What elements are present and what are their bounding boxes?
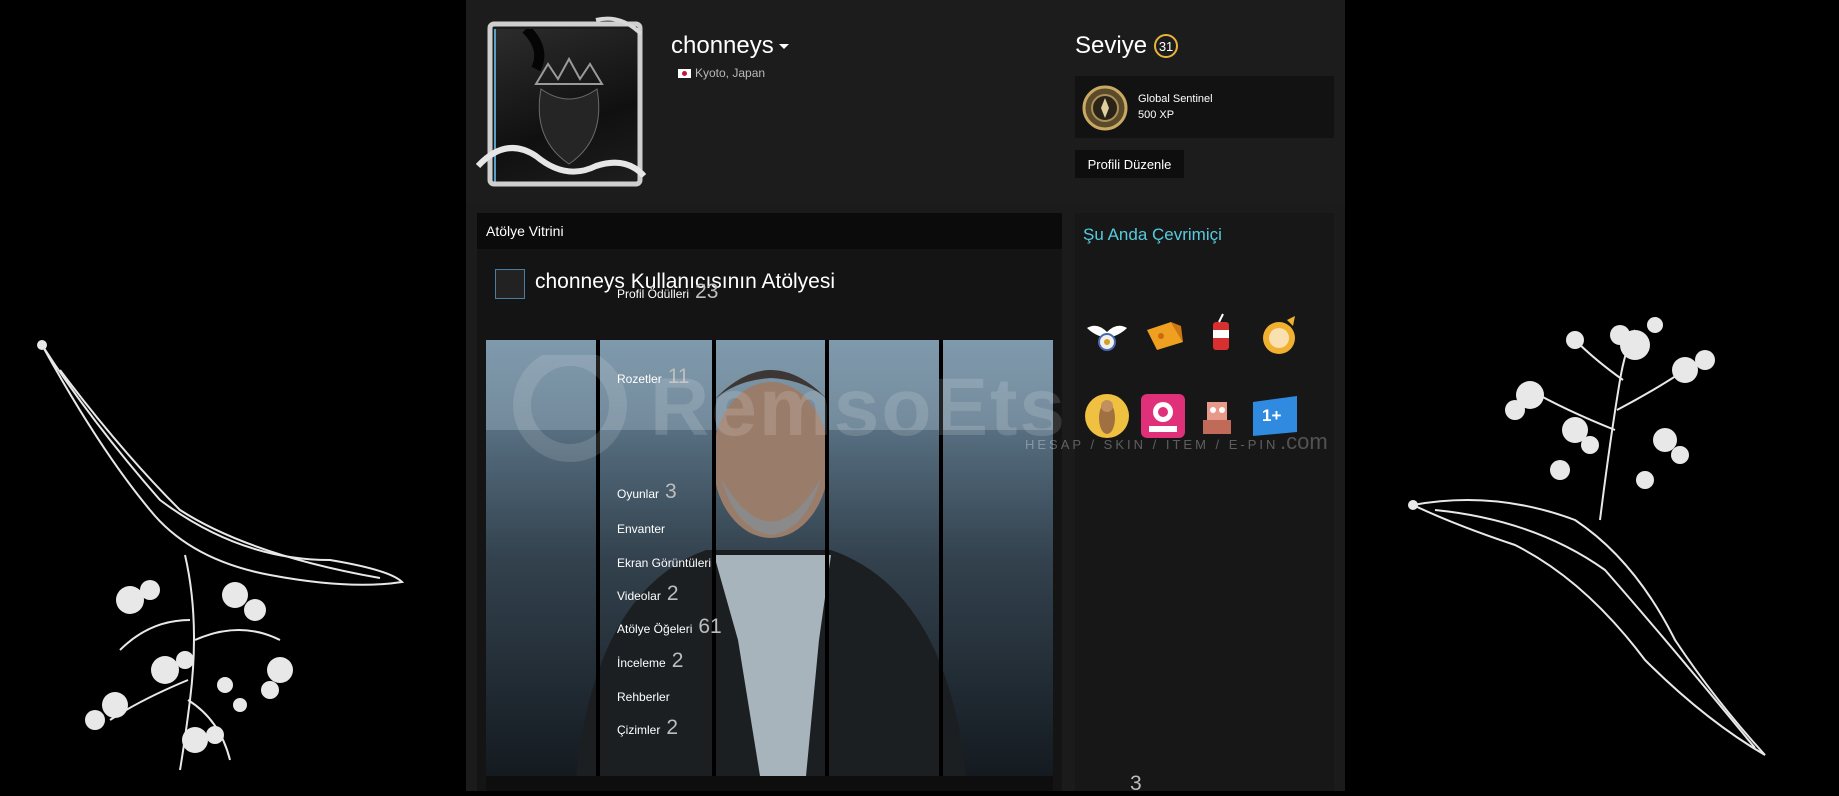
global-sentinel-badge-icon — [1082, 85, 1128, 131]
level-label: Seviye — [1075, 32, 1148, 59]
awards-list — [1083, 312, 1305, 360]
persona-name-text: chonneys — [671, 32, 774, 59]
right-flower-illustration — [1408, 317, 1766, 756]
robot-badge-icon[interactable] — [1195, 392, 1243, 440]
inventory-label: Envanter — [617, 522, 666, 536]
favorite-badge-name: Global Sentinel — [1138, 93, 1213, 105]
artwork-count: 2 — [666, 716, 679, 739]
videos-label: Videolar — [617, 589, 661, 603]
left-flower-illustration — [37, 340, 405, 771]
badges-count: 11 — [667, 365, 690, 388]
workshop-showcase: Atölye Vitrini chonneys Kullanıcısının A… — [477, 213, 1062, 791]
partial-count-row: 3 — [1130, 772, 1142, 796]
chevron-down-icon[interactable] — [778, 44, 789, 50]
workshop-items-label: Atölye Öğeleri — [617, 622, 693, 636]
artwork-label: Çizimler — [617, 723, 661, 737]
more-badges-label: 1+ — [1262, 406, 1282, 425]
artwork-link[interactable]: Çizimler 2 — [617, 716, 678, 740]
location: Kyoto, Japan — [678, 66, 765, 80]
favorite-badge-xp: 500 XP — [1138, 109, 1175, 121]
inventory-link[interactable]: Envanter — [617, 522, 665, 536]
cheese-award-icon[interactable] — [1141, 312, 1189, 360]
persona-name[interactable]: chonneys — [671, 32, 789, 60]
workshop-featured-image[interactable] — [486, 340, 1053, 776]
screenshots-link[interactable]: Ekran Görüntüleri — [617, 556, 711, 570]
badges-link[interactable]: Rozetler 11 — [617, 365, 690, 389]
profile-awards-label: Profil Ödülleri — [617, 287, 690, 301]
screenshots-label: Ekran Görüntüleri — [617, 556, 712, 570]
reviews-label: İnceleme — [617, 656, 666, 670]
avatar[interactable] — [476, 16, 648, 192]
guides-link[interactable]: Rehberler — [617, 690, 670, 704]
online-status: Şu Anda Çevrimiçi — [1083, 225, 1222, 244]
workshop-image-footer — [486, 776, 1053, 791]
reviews-count: 2 — [671, 649, 684, 672]
games-count: 3 — [665, 480, 677, 503]
meerkat-badge-icon[interactable] — [1083, 392, 1131, 440]
showcase-header: Atölye Vitrini — [477, 213, 1062, 249]
level-badge[interactable]: 31 — [1154, 34, 1179, 58]
workshop-avatar-icon[interactable] — [495, 269, 525, 299]
japan-flag-icon — [678, 68, 691, 78]
level: Seviye 31 — [1075, 32, 1179, 60]
favorite-badge[interactable]: Global Sentinel 500 XP — [1075, 76, 1334, 138]
badges-label: Rozetler — [617, 372, 662, 386]
workshop-items-count: 61 — [698, 615, 722, 638]
right-column: Şu Anda Çevrimiçi — [1075, 213, 1334, 791]
profile-awards-link[interactable]: Profil Ödülleri 23 — [617, 280, 718, 304]
more-badges-button[interactable]: 1+ — [1251, 392, 1299, 440]
badges-list: 1+ — [1083, 392, 1299, 440]
steam-2023-badge-icon[interactable] — [1139, 392, 1187, 440]
reviews-link[interactable]: İnceleme 2 — [617, 649, 683, 673]
videos-link[interactable]: Videolar 2 — [617, 582, 679, 606]
games-link[interactable]: Oyunlar 3 — [617, 480, 677, 504]
partial-count: 3 — [1130, 772, 1142, 795]
winged-award-icon[interactable] — [1083, 312, 1131, 360]
avatar-frame — [476, 16, 647, 187]
videos-count: 2 — [666, 582, 679, 605]
soda-award-icon[interactable] — [1199, 312, 1247, 360]
workshop-items-link[interactable]: Atölye Öğeleri 61 — [617, 615, 722, 639]
pony-award-icon[interactable] — [1257, 312, 1305, 360]
edit-profile-button[interactable]: Profili Düzenle — [1075, 150, 1184, 178]
location-text: Kyoto, Japan — [695, 66, 766, 80]
profile-header: chonneys Kyoto, Japan Seviye 31 Global S… — [466, 0, 1345, 205]
games-label: Oyunlar — [617, 487, 660, 501]
guides-label: Rehberler — [617, 690, 670, 704]
profile-awards-count: 23 — [695, 280, 719, 303]
